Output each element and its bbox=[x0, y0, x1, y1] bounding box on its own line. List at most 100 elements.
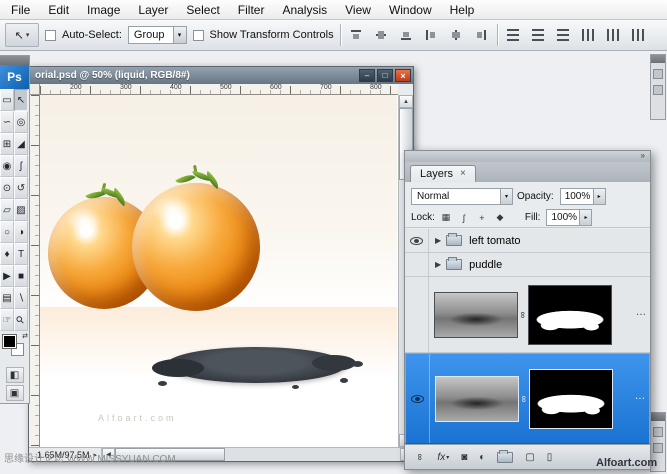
shape-tool[interactable]: ■ bbox=[14, 265, 28, 287]
menu-window[interactable]: Window bbox=[380, 0, 441, 20]
menu-help[interactable]: Help bbox=[441, 0, 484, 20]
collapsed-panel-dock-top[interactable] bbox=[650, 54, 666, 120]
minimize-button[interactable]: – bbox=[359, 69, 375, 82]
slice-tool[interactable]: ◢ bbox=[14, 133, 28, 155]
dock-grip[interactable] bbox=[651, 55, 665, 63]
lasso-tool[interactable]: ∽ bbox=[0, 111, 14, 133]
align-vertical-centers-button[interactable] bbox=[372, 25, 391, 45]
zoom-tool[interactable]: ⚲ bbox=[14, 309, 28, 331]
menu-image[interactable]: Image bbox=[78, 0, 129, 20]
quick-selection-tool[interactable]: ◎ bbox=[14, 111, 28, 133]
horizontal-ruler[interactable]: 200 300 400 500 600 700 800 bbox=[40, 84, 398, 95]
layer-mask-thumbnail[interactable] bbox=[528, 285, 612, 345]
opacity-field[interactable]: 100% ▸ bbox=[560, 188, 606, 205]
distribute-top-edges-button[interactable] bbox=[504, 25, 523, 45]
auto-select-scope-dropdown[interactable]: Group ▾ bbox=[128, 26, 187, 44]
distribute-horizontal-centers-button[interactable] bbox=[604, 25, 623, 45]
menu-analysis[interactable]: Analysis bbox=[273, 0, 336, 20]
collapsed-panel-icon[interactable] bbox=[653, 69, 663, 79]
layer-thumbnail[interactable] bbox=[434, 292, 518, 338]
mask-link-icon[interactable]: ∞ bbox=[519, 395, 529, 401]
new-layer-button[interactable]: ▢ bbox=[525, 452, 534, 463]
brush-tool[interactable]: ʃ bbox=[14, 155, 28, 177]
layer-name[interactable]: left tomato bbox=[469, 235, 520, 247]
healing-brush-tool[interactable]: ◉ bbox=[0, 155, 14, 177]
distribute-left-edges-button[interactable] bbox=[579, 25, 598, 45]
active-tool-button[interactable]: ↖ ▾ bbox=[5, 23, 39, 47]
menu-view[interactable]: View bbox=[336, 0, 380, 20]
layer-thumbnail[interactable] bbox=[435, 376, 519, 422]
pen-tool[interactable]: ♦ bbox=[0, 243, 14, 265]
tab-layers[interactable]: Layers × bbox=[410, 165, 476, 182]
history-brush-tool[interactable]: ↺ bbox=[14, 177, 28, 199]
blur-tool[interactable]: ○ bbox=[0, 221, 14, 243]
rectangular-marquee-tool[interactable]: ▭ bbox=[0, 89, 14, 111]
group-expand-icon[interactable]: ▶ bbox=[435, 260, 441, 269]
align-top-edges-button[interactable] bbox=[347, 25, 366, 45]
align-bottom-edges-button[interactable] bbox=[397, 25, 416, 45]
eraser-tool[interactable]: ▱ bbox=[0, 199, 14, 221]
visibility-toggle[interactable] bbox=[406, 354, 430, 443]
screen-mode-button[interactable]: ▣ bbox=[6, 385, 24, 401]
fill-field[interactable]: 100% ▸ bbox=[546, 209, 592, 226]
toolbox-collapse-bar[interactable] bbox=[0, 56, 29, 65]
foreground-color-swatch[interactable] bbox=[3, 335, 16, 348]
opacity-slider-icon[interactable]: ▸ bbox=[593, 189, 605, 204]
add-layer-style-button[interactable]: fx▾ bbox=[437, 452, 449, 463]
show-transform-controls-checkbox[interactable] bbox=[193, 30, 204, 41]
scroll-up-icon[interactable]: ▲ bbox=[399, 95, 413, 108]
fill-slider-icon[interactable]: ▸ bbox=[579, 210, 591, 225]
layer-row-masked[interactable]: ∞ ⋯ bbox=[405, 277, 650, 353]
notes-tool[interactable]: ▤ bbox=[0, 287, 14, 309]
dock-grip[interactable] bbox=[651, 413, 665, 421]
align-right-edges-button[interactable] bbox=[472, 25, 491, 45]
lock-position-icon[interactable]: + bbox=[475, 211, 489, 225]
layer-mask-thumbnail[interactable] bbox=[529, 369, 613, 429]
gradient-tool[interactable]: ▨ bbox=[14, 199, 28, 221]
tab-close-icon[interactable]: × bbox=[460, 168, 466, 179]
eyedropper-tool[interactable]: ∖ bbox=[14, 287, 28, 309]
close-button[interactable]: × bbox=[395, 69, 411, 82]
dodge-tool[interactable]: ◑ bbox=[14, 221, 28, 243]
menu-file[interactable]: File bbox=[2, 0, 39, 20]
canvas[interactable]: Alfoart.com bbox=[40, 95, 398, 447]
delete-layer-button[interactable]: ▯ bbox=[547, 452, 553, 463]
distribute-right-edges-button[interactable] bbox=[629, 25, 648, 45]
vertical-ruler[interactable] bbox=[29, 95, 40, 447]
hand-tool[interactable]: ☞ bbox=[0, 309, 14, 331]
collapsed-panel-icon[interactable] bbox=[653, 443, 663, 453]
auto-select-checkbox[interactable] bbox=[45, 30, 56, 41]
group-expand-icon[interactable]: ▶ bbox=[435, 236, 441, 245]
visibility-toggle[interactable] bbox=[405, 277, 429, 352]
menu-layer[interactable]: Layer bbox=[129, 0, 177, 20]
layer-row-left-tomato[interactable]: ▶ left tomato bbox=[405, 229, 650, 253]
swap-colors-icon[interactable]: ⇄ bbox=[22, 332, 28, 340]
visibility-toggle[interactable] bbox=[405, 253, 429, 276]
lock-transparent-pixels-icon[interactable]: ▦ bbox=[439, 211, 453, 225]
visibility-toggle[interactable] bbox=[405, 229, 429, 252]
quick-mask-button[interactable]: ◧ bbox=[6, 367, 24, 383]
clone-stamp-tool[interactable]: ⊙ bbox=[0, 177, 14, 199]
lock-all-icon[interactable]: ◆ bbox=[493, 211, 507, 225]
path-selection-tool[interactable]: ▶ bbox=[0, 265, 14, 287]
menu-edit[interactable]: Edit bbox=[39, 0, 78, 20]
add-layer-mask-button[interactable]: ◙ bbox=[461, 452, 467, 463]
new-group-button[interactable] bbox=[497, 452, 513, 463]
blend-mode-dropdown[interactable]: Normal ▾ bbox=[411, 188, 513, 205]
menu-filter[interactable]: Filter bbox=[229, 0, 274, 20]
lock-image-pixels-icon[interactable]: ʃ bbox=[457, 211, 471, 225]
distribute-bottom-edges-button[interactable] bbox=[554, 25, 573, 45]
collapsed-panel-icon[interactable] bbox=[653, 427, 663, 437]
collapse-arrows-icon[interactable]: » bbox=[641, 151, 645, 160]
layer-name[interactable]: puddle bbox=[469, 259, 502, 271]
distribute-vertical-centers-button[interactable] bbox=[529, 25, 548, 45]
document-titlebar[interactable]: orial.psd @ 50% (liquid, RGB/8#) – □ × bbox=[29, 67, 413, 84]
mask-link-icon[interactable]: ∞ bbox=[518, 311, 528, 317]
layer-row-puddle[interactable]: ▶ puddle bbox=[405, 253, 650, 277]
maximize-button[interactable]: □ bbox=[377, 69, 393, 82]
align-horizontal-centers-button[interactable] bbox=[447, 25, 466, 45]
new-adjustment-layer-button[interactable]: ◐ bbox=[479, 452, 485, 463]
layer-row-masked-selected[interactable]: ∞ ⋯ bbox=[405, 353, 650, 444]
type-tool[interactable]: T bbox=[14, 243, 28, 265]
crop-tool[interactable]: ⊞ bbox=[0, 133, 14, 155]
